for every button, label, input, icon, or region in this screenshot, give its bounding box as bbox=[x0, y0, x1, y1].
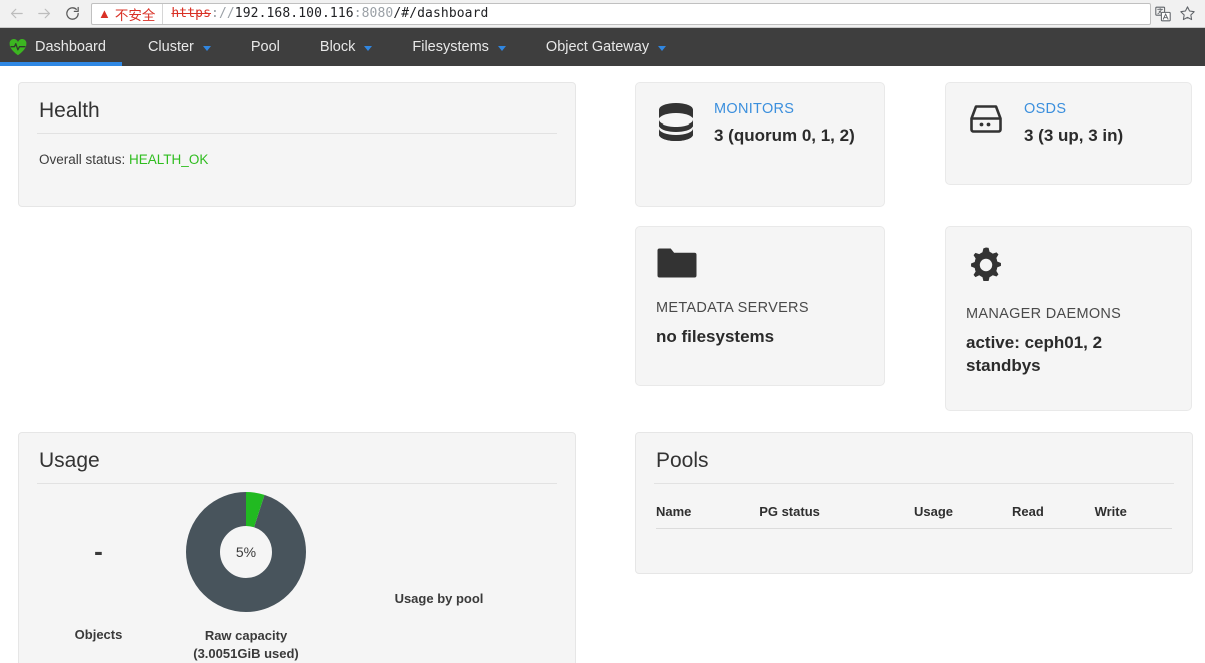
security-warning-label: 不安全 bbox=[114, 7, 156, 23]
url-host: 192.168.100.116 bbox=[234, 6, 354, 21]
usage-by-pool-caption: Usage by pool bbox=[394, 591, 484, 606]
raw-capacity-metric: 5% Raw capacity (3.0051GiB used) bbox=[166, 492, 326, 662]
sidebar-item-label: Object Gateway bbox=[545, 39, 650, 55]
monitors-card-value: 3 (quorum 0, 1, 2) bbox=[714, 126, 855, 146]
status-badge: HEALTH_OK bbox=[129, 152, 209, 167]
chevron-down-icon bbox=[497, 45, 506, 51]
panel-title-health: Health bbox=[39, 99, 100, 122]
raw-capacity-subcaption: (3.0051GiB used) bbox=[193, 645, 299, 661]
hard-disk-icon bbox=[970, 105, 1002, 133]
sidebar-item-object-gateway[interactable]: Object Gateway bbox=[526, 28, 686, 66]
sidebar-item-label: Cluster bbox=[147, 39, 194, 55]
gear-icon bbox=[971, 247, 1001, 282]
chevron-down-icon bbox=[202, 45, 211, 51]
osds-card[interactable]: OSDS 3 (3 up, 3 in) bbox=[945, 82, 1192, 185]
metadata-servers-card-icon bbox=[656, 245, 864, 284]
osds-card-icon bbox=[966, 101, 1006, 142]
panel-title-usage: Usage bbox=[39, 449, 100, 472]
url-port: :8080 bbox=[353, 6, 394, 21]
pools-table: Name PG status Usage Read Write bbox=[656, 498, 1172, 529]
usage-by-pool-metric: Usage by pool bbox=[349, 590, 529, 608]
panel-title-pools: Pools bbox=[656, 449, 709, 472]
chevron-down-icon bbox=[658, 45, 667, 51]
donut-center-label: 5% bbox=[235, 544, 257, 560]
url-text: https://192.168.100.116:8080/#/dashboard bbox=[171, 6, 488, 21]
objects-caption: Objects bbox=[74, 627, 123, 642]
url-separator: :// bbox=[211, 6, 235, 21]
reload-button[interactable] bbox=[58, 1, 86, 27]
sidebar-item-pool[interactable]: Pool bbox=[231, 28, 300, 66]
sidebar-item-label: Block bbox=[319, 39, 356, 55]
manager-daemons-card[interactable]: MANAGER DAEMONS active: ceph01, 2 standb… bbox=[945, 226, 1192, 411]
monitors-card-text: MONITORS 3 (quorum 0, 1, 2) bbox=[714, 101, 864, 148]
monitors-card-row: MONITORS 3 (quorum 0, 1, 2) bbox=[656, 101, 864, 148]
raw-capacity-donut-chart[interactable]: 5% bbox=[186, 492, 306, 612]
overall-status-row: Overall status: HEALTH_OK bbox=[39, 152, 555, 167]
column-header-name[interactable]: Name bbox=[656, 498, 760, 529]
osds-card-label[interactable]: OSDS bbox=[1024, 101, 1171, 118]
monitors-card-icon bbox=[656, 101, 696, 148]
usage-panel: Usage - Objects 5% Raw capacity (3.0051G… bbox=[18, 432, 576, 663]
usage-panel-body: - Objects 5% Raw capacity (3.0051GiB use… bbox=[19, 484, 575, 663]
forward-arrow-icon bbox=[37, 8, 50, 19]
raw-capacity-caption: Raw capacity bbox=[204, 628, 288, 643]
sidebar-item-block[interactable]: Block bbox=[300, 28, 392, 66]
objects-metric: - Objects bbox=[41, 538, 156, 644]
health-panel-body: Overall status: HEALTH_OK bbox=[19, 134, 575, 185]
metadata-servers-card-value: no filesystems bbox=[656, 327, 775, 347]
translate-button[interactable] bbox=[1151, 2, 1175, 26]
column-header-read[interactable]: Read bbox=[1012, 498, 1095, 529]
sidebar-item-filesystems[interactable]: Filesystems bbox=[392, 28, 526, 66]
manager-daemons-card-value: active: ceph01, 2 standbys bbox=[966, 333, 1103, 375]
column-header-write[interactable]: Write bbox=[1094, 498, 1172, 529]
manager-daemons-card-icon bbox=[966, 245, 1171, 290]
osds-card-text: OSDS 3 (3 up, 3 in) bbox=[1024, 101, 1171, 148]
address-bar[interactable]: ▲ 不安全 https://192.168.100.116:8080/#/das… bbox=[91, 2, 1151, 25]
column-header-pg-status[interactable]: PG status bbox=[759, 498, 914, 529]
url-scheme: https bbox=[171, 6, 212, 21]
sidebar-item-label: Filesystems bbox=[412, 39, 489, 55]
folder-icon bbox=[657, 248, 697, 278]
health-panel: Health Overall status: HEALTH_OK bbox=[18, 82, 576, 207]
metadata-servers-card-label: METADATA SERVERS bbox=[656, 300, 809, 316]
osds-card-value: 3 (3 up, 3 in) bbox=[1024, 126, 1124, 146]
bookmark-button[interactable] bbox=[1175, 2, 1199, 26]
sidebar-item-dashboard[interactable]: Dashboard bbox=[0, 28, 128, 66]
reload-icon bbox=[65, 6, 79, 20]
main-navigation: Dashboard Cluster Pool Block Filesystems… bbox=[0, 28, 1205, 66]
browser-toolbar: ▲ 不安全 https://192.168.100.116:8080/#/das… bbox=[0, 0, 1205, 28]
warning-triangle-icon: ▲ bbox=[98, 6, 111, 21]
osds-card-row: OSDS 3 (3 up, 3 in) bbox=[966, 101, 1171, 148]
ceph-heartbeat-icon bbox=[9, 38, 27, 56]
column-header-usage[interactable]: Usage bbox=[913, 498, 1013, 529]
monitors-card[interactable]: MONITORS 3 (quorum 0, 1, 2) bbox=[635, 82, 885, 207]
sidebar-item-label: Pool bbox=[250, 39, 280, 55]
dashboard-content: Health Overall status: HEALTH_OK MONITOR… bbox=[0, 66, 1205, 663]
forward-button[interactable] bbox=[30, 1, 58, 27]
sidebar-item-cluster[interactable]: Cluster bbox=[128, 28, 231, 66]
database-stack-icon bbox=[659, 103, 693, 141]
back-button[interactable] bbox=[2, 1, 30, 27]
back-arrow-icon bbox=[10, 8, 23, 19]
pools-table-head: Name PG status Usage Read Write bbox=[656, 498, 1172, 529]
translate-icon bbox=[1155, 6, 1171, 21]
overall-status-label: Overall status: bbox=[39, 152, 126, 167]
pools-panel-body: Name PG status Usage Read Write bbox=[636, 484, 1192, 529]
sidebar-item-label: Dashboard bbox=[35, 39, 106, 55]
security-status-chip[interactable]: ▲ 不安全 bbox=[98, 3, 164, 24]
metadata-servers-card[interactable]: METADATA SERVERS no filesystems bbox=[635, 226, 885, 386]
pools-panel: Pools Name PG status Usage Read Write bbox=[635, 432, 1193, 574]
objects-value: - bbox=[94, 536, 103, 566]
chevron-down-icon bbox=[364, 45, 373, 51]
star-icon bbox=[1179, 6, 1195, 21]
table-header-row: Name PG status Usage Read Write bbox=[656, 498, 1172, 529]
manager-daemons-card-label: MANAGER DAEMONS bbox=[966, 306, 1122, 322]
url-path: /#/dashboard bbox=[393, 6, 489, 21]
monitors-card-label[interactable]: MONITORS bbox=[714, 101, 864, 118]
